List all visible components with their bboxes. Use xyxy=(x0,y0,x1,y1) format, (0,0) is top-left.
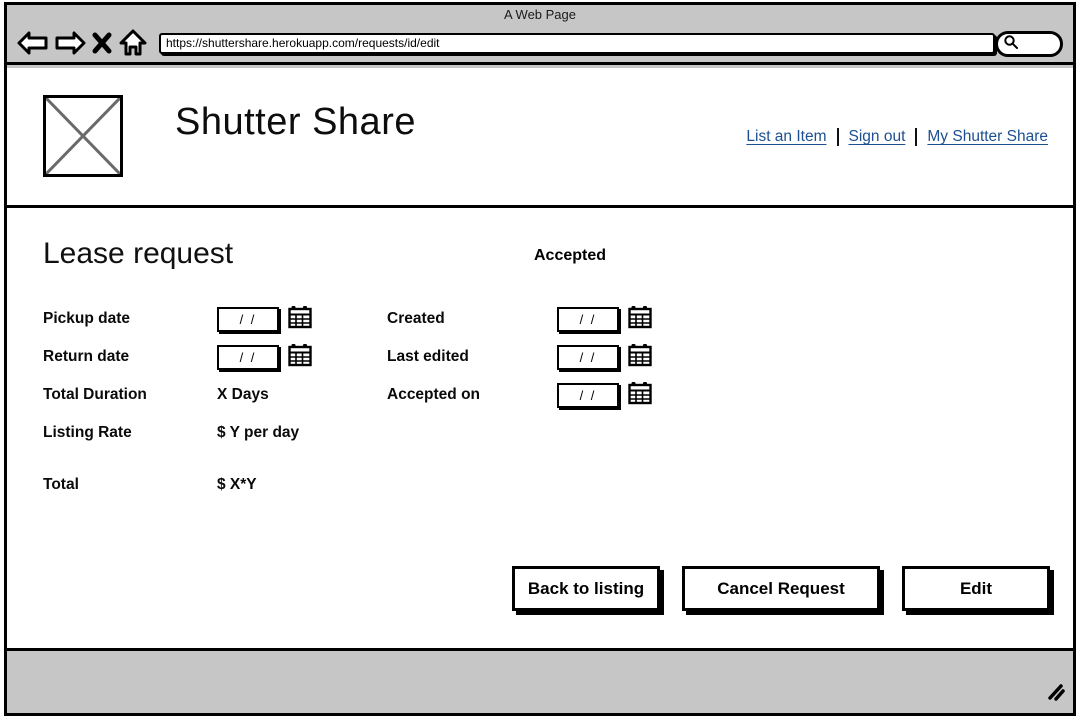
pickup-date-input[interactable]: / / xyxy=(217,306,279,332)
field-row-total: Total $ X*Y xyxy=(43,466,312,504)
total-duration-value: X Days xyxy=(217,386,269,403)
search-icon xyxy=(1003,34,1019,55)
forward-arrow-icon[interactable] xyxy=(54,29,86,57)
browser-statusbar xyxy=(7,671,1073,713)
field-label-pickup-date: Pickup date xyxy=(43,310,130,327)
stop-x-icon[interactable] xyxy=(91,29,113,57)
total-value: $ X*Y xyxy=(217,476,257,493)
calendar-icon[interactable] xyxy=(628,380,652,410)
field-row-created: Created / / xyxy=(387,300,652,338)
nav-link-sign-out[interactable]: Sign out xyxy=(849,128,906,146)
field-label-listing-rate: Listing Rate xyxy=(43,424,132,441)
resize-grip-icon[interactable] xyxy=(1045,682,1065,707)
browser-window: A Web Page https://shuttershare.herokuap… xyxy=(4,2,1076,716)
site-nav: List an Item Sign out My Shutter Share xyxy=(746,128,1048,146)
lease-details-right-column: Created / / Last edited / / Accepted on … xyxy=(387,300,652,414)
field-row-listing-rate: Listing Rate $ Y per day xyxy=(43,414,312,452)
field-label-last-edited: Last edited xyxy=(387,348,469,365)
back-to-listing-button[interactable]: Back to listing xyxy=(512,566,660,611)
last-edited-date-input[interactable]: / / xyxy=(557,344,619,370)
calendar-icon[interactable] xyxy=(628,304,652,334)
browser-toolbar: https://shuttershare.herokuapp.com/reque… xyxy=(7,25,1073,65)
nav-link-list-an-item[interactable]: List an Item xyxy=(746,128,826,146)
url-input[interactable]: https://shuttershare.herokuapp.com/reque… xyxy=(159,33,995,54)
nav-link-my-shutter-share[interactable]: My Shutter Share xyxy=(927,128,1048,146)
page-canvas: Shutter Share List an Item Sign out My S… xyxy=(7,68,1073,651)
action-button-row: Back to listing Cancel Request Edit xyxy=(512,566,1050,611)
status-badge: Accepted xyxy=(534,247,607,264)
field-row-return-date: Return date / / xyxy=(43,338,312,376)
site-header: Shutter Share List an Item Sign out My S… xyxy=(7,68,1073,208)
field-label-return-date: Return date xyxy=(43,348,130,365)
image-placeholder-icon xyxy=(43,95,123,177)
page-title: Lease request xyxy=(43,237,234,270)
calendar-icon[interactable] xyxy=(288,304,312,334)
field-label-accepted-on: Accepted on xyxy=(387,386,481,403)
listing-rate-value: $ Y per day xyxy=(217,424,300,441)
main-content: Lease request Accepted Pickup date / / R… xyxy=(7,208,1073,648)
field-row-total-duration: Total Duration X Days xyxy=(43,376,312,414)
field-label-created: Created xyxy=(387,310,445,327)
browser-titlebar: A Web Page xyxy=(7,5,1073,25)
field-label-total: Total xyxy=(43,476,79,493)
return-date-input[interactable]: / / xyxy=(217,344,279,370)
field-row-accepted-on: Accepted on / / xyxy=(387,376,652,414)
nav-separator xyxy=(915,128,918,146)
field-row-pickup-date: Pickup date / / xyxy=(43,300,312,338)
calendar-icon[interactable] xyxy=(628,342,652,372)
field-row-last-edited: Last edited / / xyxy=(387,338,652,376)
browser-nav-icons xyxy=(17,28,148,58)
browser-search-box[interactable] xyxy=(995,31,1063,57)
field-label-total-duration: Total Duration xyxy=(43,386,147,403)
back-arrow-icon[interactable] xyxy=(17,29,49,57)
home-icon[interactable] xyxy=(118,28,148,58)
lease-details-left-column: Pickup date / / Return date / / Total Du… xyxy=(43,300,312,504)
cancel-request-button[interactable]: Cancel Request xyxy=(682,566,880,611)
window-title: A Web Page xyxy=(503,7,577,22)
nav-separator xyxy=(836,128,839,146)
calendar-icon[interactable] xyxy=(288,342,312,372)
brand-title: Shutter Share xyxy=(175,101,416,143)
edit-button[interactable]: Edit xyxy=(902,566,1050,611)
accepted-on-date-input[interactable]: / / xyxy=(557,382,619,408)
created-date-input[interactable]: / / xyxy=(557,306,619,332)
